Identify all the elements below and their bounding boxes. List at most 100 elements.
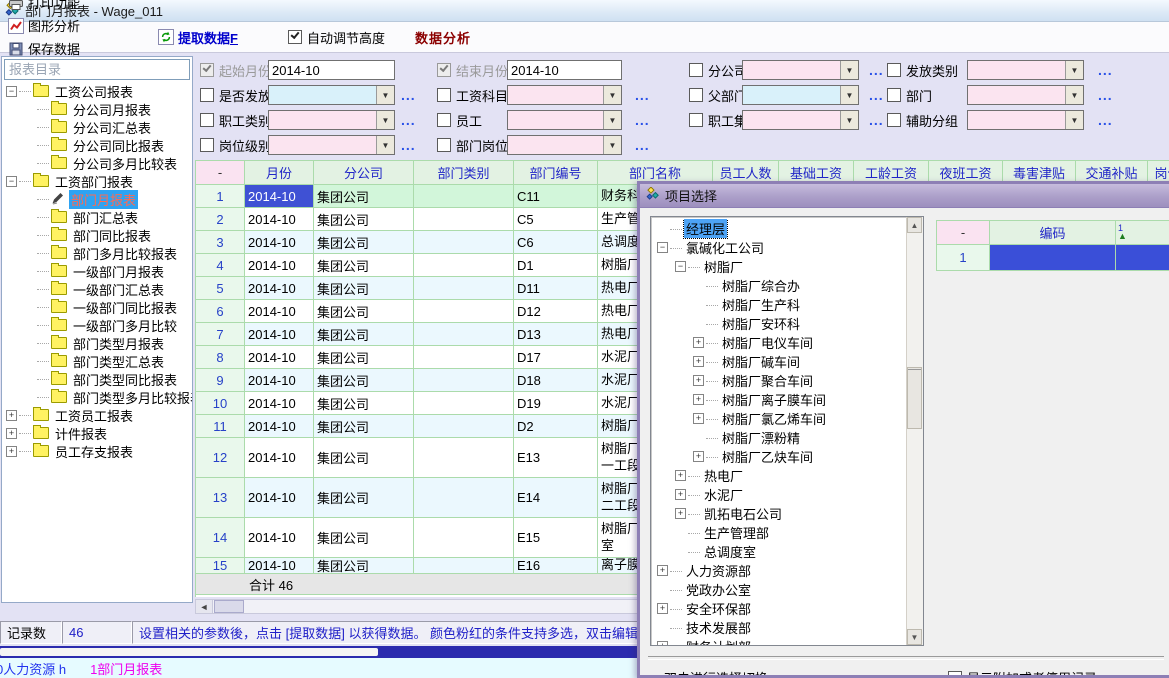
collapse-icon[interactable]: − [675,261,686,272]
sidebar-item-一级部门同比报表[interactable]: 一级部门同比报表 [2,298,192,316]
org-item-树脂厂电仪车间[interactable]: +树脂厂电仪车间 [651,333,907,352]
dropdown-arrow-icon[interactable]: ▼ [603,136,621,154]
cell-部门类别[interactable] [414,369,514,392]
dropdown-arrow-icon[interactable]: ▼ [1065,86,1083,104]
dropdown-arrow-icon[interactable]: ▼ [603,86,621,104]
column-header-分公司[interactable]: 分公司 [314,161,414,185]
expand-icon[interactable]: + [693,394,704,405]
cell-月份[interactable]: 2014-10 [245,392,314,415]
ellipsis-button-是否发放[interactable]: ... [401,85,416,105]
org-item-凯拓电石公司[interactable]: +凯拓电石公司 [651,504,907,523]
org-item-人力资源部[interactable]: +人力资源部 [651,561,907,580]
toolbar-button-chart[interactable]: 图形分析 [6,14,82,37]
ellipsis-button-辅助分组[interactable]: ... [1098,110,1113,130]
checkbox-icon[interactable] [689,63,703,77]
cell-部门编号[interactable]: D19 [514,392,598,415]
checkbox-icon[interactable] [200,63,214,77]
ellipsis-button-岗位级别[interactable]: ... [401,135,416,155]
collapse-icon[interactable]: − [657,242,668,253]
cell-月份[interactable]: 2014-10 [245,415,314,438]
cell-月份[interactable]: 2014-10 [245,478,314,518]
dropdown-arrow-icon[interactable]: ▼ [840,61,858,79]
expand-icon[interactable]: + [657,603,668,614]
sidebar-item-工资公司报表[interactable]: −工资公司报表 [2,82,192,100]
cell-部门类别[interactable] [414,323,514,346]
row-index-cell[interactable]: 3 [196,231,245,254]
cell-部门类别[interactable] [414,438,514,478]
hscroll-thumb[interactable] [214,600,244,613]
code-cell-selected[interactable] [990,245,1116,271]
filter-select-职工类别[interactable]: ▼ [268,110,395,130]
cell-分公司[interactable]: 集团公司 [314,392,414,415]
cell-分公司[interactable]: 集团公司 [314,518,414,558]
ellipsis-button-分公司[interactable]: ... [869,60,884,80]
dropdown-arrow-icon[interactable]: ▼ [1065,61,1083,79]
code-column-header[interactable]: 编码 [990,220,1116,245]
column-header-月份[interactable]: 月份 [245,161,314,185]
filter-checkbox-起始月份[interactable]: 起始月份 [200,60,271,80]
org-item-树脂厂漂粉精[interactable]: 树脂厂漂粉精 [651,428,907,447]
filter-checkbox-辅助分组[interactable]: 辅助分组 [887,110,958,130]
sidebar-item-一级部门汇总表[interactable]: 一级部门汇总表 [2,280,192,298]
collapse-icon[interactable]: − [6,176,17,187]
org-item-技术发展部[interactable]: 技术发展部 [651,618,907,637]
dropdown-arrow-icon[interactable]: ▼ [1065,111,1083,129]
cell-月份[interactable]: 2014-10 [245,254,314,277]
org-item-氯碱化工公司[interactable]: −氯碱化工公司 [651,238,907,257]
cell-月份[interactable]: 2014-10 [245,518,314,558]
filter-select-职工集合[interactable]: ▼ [742,110,859,130]
sidebar-item-部门同比报表[interactable]: 部门同比报表 [2,226,192,244]
checkbox-icon[interactable] [887,63,901,77]
show-disabled-checkbox[interactable]: 显示附加或者停用记录 [948,668,1097,678]
dropdown-arrow-icon[interactable]: ▼ [603,111,621,129]
org-item-树脂厂安环科[interactable]: 树脂厂安环科 [651,314,907,333]
org-item-财务计划部[interactable]: +财务计划部 [651,637,907,645]
filter-select-员工[interactable]: ▼ [507,110,622,130]
cell-月份[interactable]: 2014-10 [245,231,314,254]
sidebar-item-分公司汇总表[interactable]: 分公司汇总表 [2,118,192,136]
cell-部门类别[interactable] [414,415,514,438]
toolbar-button-printer[interactable]: 打印功能 [6,0,82,14]
cell-部门编号[interactable]: C5 [514,208,598,231]
filter-select-父部门[interactable]: ▼ [742,85,859,105]
cell-分公司[interactable]: 集团公司 [314,558,414,574]
column-header-部门类别[interactable]: 部门类别 [414,161,514,185]
cell-部门编号[interactable]: E13 [514,438,598,478]
checkbox-icon[interactable] [437,63,451,77]
data-analysis-button[interactable]: 数据分析 [415,28,471,47]
filter-input-起始月份[interactable]: 2014-10 [268,60,395,80]
sidebar-item-部门类型多月比较报表[interactable]: 部门类型多月比较报表 [2,388,192,406]
cell-部门编号[interactable]: C6 [514,231,598,254]
ellipsis-button-职工集合[interactable]: ... [869,110,884,130]
cell-分公司[interactable]: 集团公司 [314,415,414,438]
checkbox-icon[interactable] [200,138,214,152]
cell-部门类别[interactable] [414,346,514,369]
taskbar-item-active-report[interactable]: 1部门月报表 [90,659,162,678]
checkbox-icon[interactable] [689,88,703,102]
expand-icon[interactable]: + [693,356,704,367]
filter-checkbox-部门岗位[interactable]: 部门岗位 [437,135,508,155]
filter-input-结束月份[interactable]: 2014-10 [507,60,622,80]
org-item-党政办公室[interactable]: 党政办公室 [651,580,907,599]
org-item-树脂厂离子膜车间[interactable]: +树脂厂离子膜车间 [651,390,907,409]
sidebar-item-部门类型汇总表[interactable]: 部门类型汇总表 [2,352,192,370]
cell-分公司[interactable]: 集团公司 [314,277,414,300]
filter-checkbox-职工类别[interactable]: 职工类别 [200,110,271,130]
expand-icon[interactable]: + [675,470,686,481]
filter-checkbox-是否发放[interactable]: 是否发放 [200,85,271,105]
org-item-安全环保部[interactable]: +安全环保部 [651,599,907,618]
checkbox-icon[interactable] [887,88,901,102]
checkbox-icon[interactable] [437,88,451,102]
scroll-down-icon[interactable]: ▼ [907,629,922,645]
sidebar-item-计件报表[interactable]: +计件报表 [2,424,192,442]
sidebar-item-一级部门月报表[interactable]: 一级部门月报表 [2,262,192,280]
cell-部门编号[interactable]: D11 [514,277,598,300]
cell-部门编号[interactable]: C11 [514,185,598,208]
org-item-经理层[interactable]: 经理层 [651,219,907,238]
sidebar-item-工资部门报表[interactable]: −工资部门报表 [2,172,192,190]
ellipsis-button-父部门[interactable]: ... [869,85,884,105]
dropdown-arrow-icon[interactable]: ▼ [376,136,394,154]
cell-月份[interactable]: 2014-10 [245,277,314,300]
expand-icon[interactable]: + [6,446,17,457]
checkbox-icon[interactable] [200,113,214,127]
